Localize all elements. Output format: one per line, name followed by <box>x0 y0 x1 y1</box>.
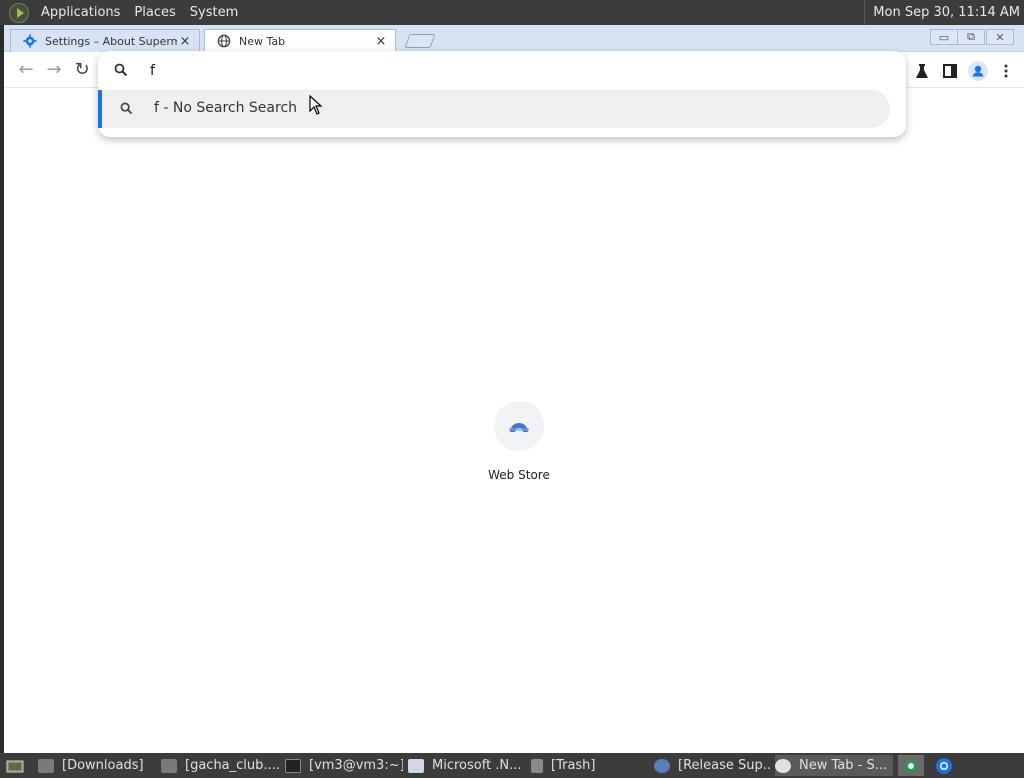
close-window-button[interactable]: ✕ <box>986 29 1014 45</box>
task-gacha-club[interactable]: [gacha_club.... <box>161 755 279 776</box>
clock[interactable]: Mon Sep 30, 11:14 AM <box>864 0 1020 25</box>
system-menu[interactable]: System <box>183 0 245 25</box>
terminal-icon <box>285 758 301 773</box>
restore-button[interactable]: ⧉ <box>957 29 985 45</box>
omnibox-dropdown: f - No Search Search <box>98 51 906 137</box>
new-tab-button[interactable] <box>404 34 436 48</box>
tab-strip: Settings – About Superm × New Tab × ▭ ⧉ … <box>4 25 1024 52</box>
distro-logo-icon[interactable] <box>9 2 29 23</box>
mouse-cursor-icon <box>309 95 323 115</box>
folder-icon <box>38 758 54 773</box>
tab-settings[interactable]: Settings – About Superm × <box>10 29 200 52</box>
places-menu[interactable]: Places <box>127 0 182 25</box>
profile-avatar-icon[interactable] <box>968 61 988 81</box>
task-label: [Downloads] <box>62 758 144 773</box>
tab-title: Settings – About Superm <box>45 34 177 48</box>
shortcut-label: Web Store <box>488 468 550 482</box>
side-panel-icon[interactable] <box>940 61 960 81</box>
suggestion-selected-bar <box>98 90 102 128</box>
tab-new-tab[interactable]: New Tab × <box>204 29 396 52</box>
task-label: Microsoft .N... <box>432 758 522 773</box>
tray-browser-icon[interactable] <box>931 755 957 776</box>
web-store-icon <box>509 423 529 432</box>
tray-app-icon[interactable] <box>898 755 924 776</box>
task-terminal[interactable]: [vm3@vm3:~] <box>285 755 403 776</box>
task-label: [gacha_club.... <box>185 758 279 773</box>
search-icon <box>114 63 128 77</box>
forward-icon[interactable]: → <box>44 60 64 80</box>
tab-close-button[interactable]: × <box>373 34 389 49</box>
gear-icon <box>23 34 37 48</box>
tab-title: New Tab <box>239 34 286 48</box>
task-downloads[interactable]: [Downloads] <box>38 755 156 776</box>
suggestion-text: f - No Search Search <box>154 100 298 116</box>
menu-kebab-icon[interactable] <box>996 61 1016 81</box>
task-new-tab[interactable]: New Tab - S... <box>775 755 893 776</box>
browser-icon <box>654 758 670 773</box>
tab-close-button[interactable]: × <box>177 34 193 49</box>
task-microsoft-net[interactable]: Microsoft .N... <box>408 755 526 776</box>
globe-icon <box>217 34 231 48</box>
search-icon <box>120 102 133 115</box>
task-label: [Trash] <box>551 758 596 773</box>
back-icon[interactable]: ← <box>16 60 36 80</box>
address-bar-input[interactable] <box>150 61 850 81</box>
reload-icon[interactable]: ↻ <box>72 60 92 80</box>
shortcut-web-store[interactable]: Web Store <box>474 401 564 491</box>
task-trash[interactable]: [Trash] <box>531 755 649 776</box>
task-label: New Tab - S... <box>799 758 888 773</box>
document-icon <box>408 758 424 773</box>
task-label: [vm3@vm3:~] <box>309 758 403 773</box>
folder-icon <box>161 758 177 773</box>
omnibox-row <box>98 55 906 85</box>
bottom-taskbar: [Downloads] [gacha_club.... [vm3@vm3:~] … <box>0 753 1024 778</box>
browser-icon <box>775 758 791 773</box>
trash-icon <box>531 758 543 773</box>
applications-menu[interactable]: Applications <box>34 0 127 25</box>
web-store-circle <box>494 401 544 451</box>
top-panel: Applications Places System Mon Sep 30, 1… <box>0 0 1024 25</box>
task-label: [Release Sup... <box>678 758 772 773</box>
show-desktop-icon[interactable] <box>2 755 28 776</box>
extension-icon[interactable] <box>912 61 932 81</box>
omnibox-suggestion[interactable]: f - No Search Search <box>98 90 890 128</box>
task-release-sup[interactable]: [Release Sup... <box>654 755 772 776</box>
minimize-button[interactable]: ▭ <box>930 29 958 45</box>
